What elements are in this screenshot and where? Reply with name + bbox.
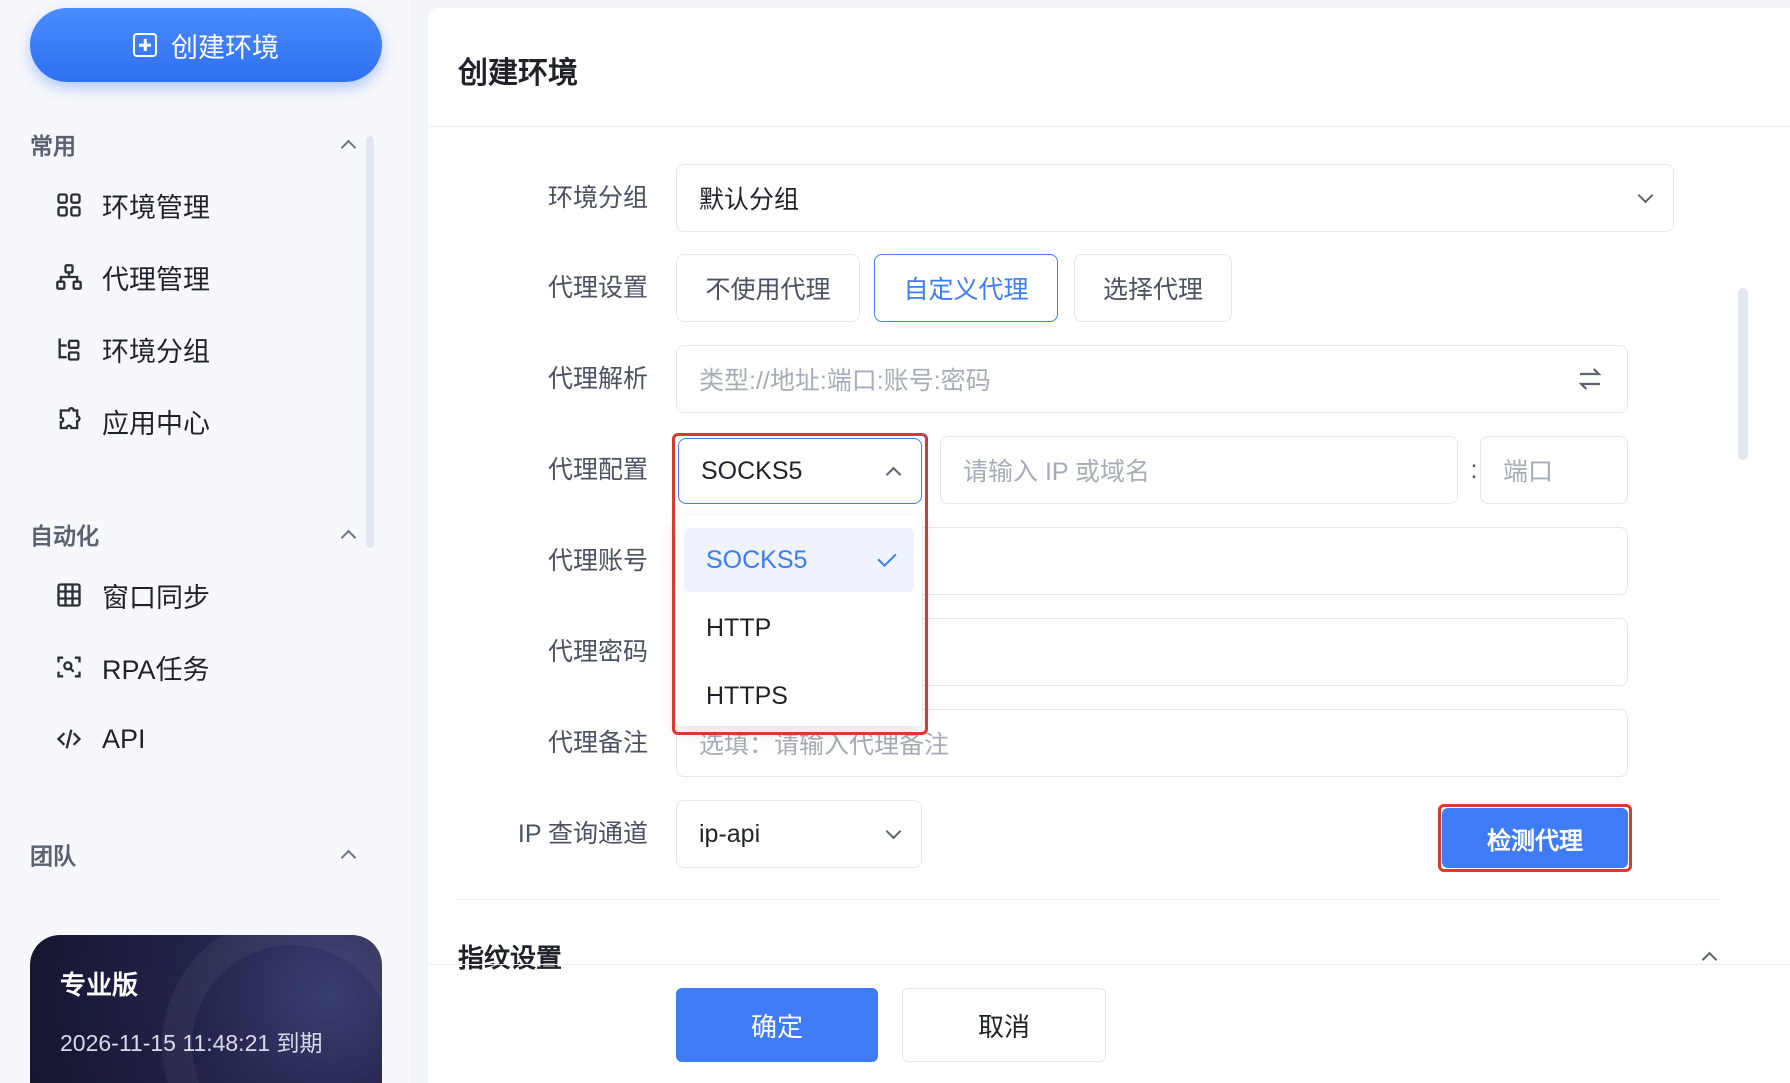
sidebar-item-label: RPA任务 <box>102 654 210 685</box>
sidebar-item-api[interactable]: API <box>40 710 360 768</box>
proxy-config-label: 代理配置 <box>547 456 648 484</box>
section-title-common: 常用 <box>30 133 76 159</box>
section-title-team: 团队 <box>30 843 76 869</box>
ip-channel-value: ip-api <box>699 819 761 848</box>
section-header-team[interactable]: 团队 <box>30 836 360 872</box>
sidebar-item-environment-group[interactable]: 环境分组 <box>40 320 360 378</box>
sidebar-item-window-sync[interactable]: 窗口同步 <box>40 566 360 624</box>
chevron-up-icon <box>340 529 357 545</box>
add-box-icon <box>133 33 157 57</box>
swap-icon[interactable] <box>1575 364 1605 394</box>
sidebar-item-label: 环境分组 <box>102 336 210 367</box>
plan-expiry: 2026-11-15 11:48:21 到期 <box>60 1030 323 1056</box>
group-label: 环境分组 <box>547 184 648 212</box>
chevron-down-icon <box>1637 187 1654 203</box>
ip-channel-label: IP 查询通道 <box>517 820 648 848</box>
proxy-parse-input[interactable]: 类型://地址:端口:账号:密码 <box>676 345 1628 413</box>
sidebar-item-app-center[interactable]: 应用中心 <box>40 392 360 450</box>
proxy-host-input[interactable]: 请输入 IP 或域名 <box>940 436 1458 504</box>
section-divider <box>458 899 1720 900</box>
proxy-password-label: 代理密码 <box>547 638 648 666</box>
select-proxy-option[interactable]: 选择代理 <box>1074 254 1232 322</box>
sidebar-item-rpa-task[interactable]: RPA任务 <box>40 638 360 696</box>
code-icon <box>54 724 84 754</box>
group-value: 默认分组 <box>699 186 800 214</box>
chevron-down-icon <box>885 823 902 839</box>
fingerprint-section-title[interactable]: 指纹设置 <box>458 938 562 975</box>
sidebar-scrollbar[interactable] <box>366 136 374 548</box>
section-header-common[interactable]: 常用 <box>30 126 360 162</box>
chevron-up-icon <box>340 139 357 155</box>
proxy-port-input[interactable]: 端口 <box>1480 436 1628 504</box>
highlight-frame-proxy-type <box>672 433 928 735</box>
plan-card[interactable]: 专业版 2026-11-15 11:48:21 到期 <box>30 935 382 1083</box>
proxy-setting-label: 代理设置 <box>547 274 648 302</box>
footer-divider <box>428 964 1790 965</box>
section-title-automation: 自动化 <box>30 523 99 549</box>
sidebar: 创建环境 常用 环境管理 代理管理 环境分组 应用中心 自动化 窗口同步 RPA… <box>0 0 410 1083</box>
sidebar-item-label: 窗口同步 <box>102 582 210 613</box>
no-proxy-option[interactable]: 不使用代理 <box>676 254 860 322</box>
confirm-button[interactable]: 确定 <box>676 988 878 1062</box>
proxy-host-placeholder: 请输入 IP 或域名 <box>963 458 1151 486</box>
tree-icon <box>54 334 84 364</box>
cancel-button[interactable]: 取消 <box>902 988 1106 1062</box>
sidebar-item-label: 环境管理 <box>102 192 210 223</box>
proxy-parse-label: 代理解析 <box>547 365 648 393</box>
ip-channel-select[interactable]: ip-api <box>676 800 922 868</box>
panel-scrollbar[interactable] <box>1738 288 1748 460</box>
table-icon <box>54 580 84 610</box>
scan-icon <box>54 652 84 682</box>
plan-title: 专业版 <box>60 970 139 1000</box>
sidebar-item-label: API <box>102 723 146 754</box>
proxy-note-label: 代理备注 <box>547 729 648 757</box>
create-environment-label: 创建环境 <box>171 32 279 63</box>
sidebar-item-proxy-management[interactable]: 代理管理 <box>40 248 360 306</box>
sidebar-item-label: 应用中心 <box>102 408 210 439</box>
puzzle-icon <box>54 406 84 436</box>
sidebar-item-label: 代理管理 <box>102 264 210 295</box>
custom-proxy-option[interactable]: 自定义代理 <box>874 254 1058 322</box>
proxy-account-label: 代理账号 <box>547 547 648 575</box>
page-title: 创建环境 <box>458 57 578 90</box>
network-icon <box>54 262 84 292</box>
create-environment-panel: 创建环境 环境分组 默认分组 代理设置 不使用代理 自定义代理 选择代理 代理解… <box>428 8 1790 1083</box>
proxy-parse-placeholder: 类型://地址:端口:账号:密码 <box>699 367 991 395</box>
proxy-port-placeholder: 端口 <box>1503 458 1554 486</box>
chevron-up-icon <box>340 849 357 865</box>
section-header-automation[interactable]: 自动化 <box>30 516 360 552</box>
header-divider <box>428 126 1790 127</box>
sidebar-item-environment-management[interactable]: 环境管理 <box>40 176 360 234</box>
highlight-frame-detect <box>1438 804 1632 872</box>
create-environment-button[interactable]: 创建环境 <box>30 8 382 82</box>
group-select[interactable]: 默认分组 <box>676 164 1674 232</box>
grid-icon <box>54 190 84 220</box>
